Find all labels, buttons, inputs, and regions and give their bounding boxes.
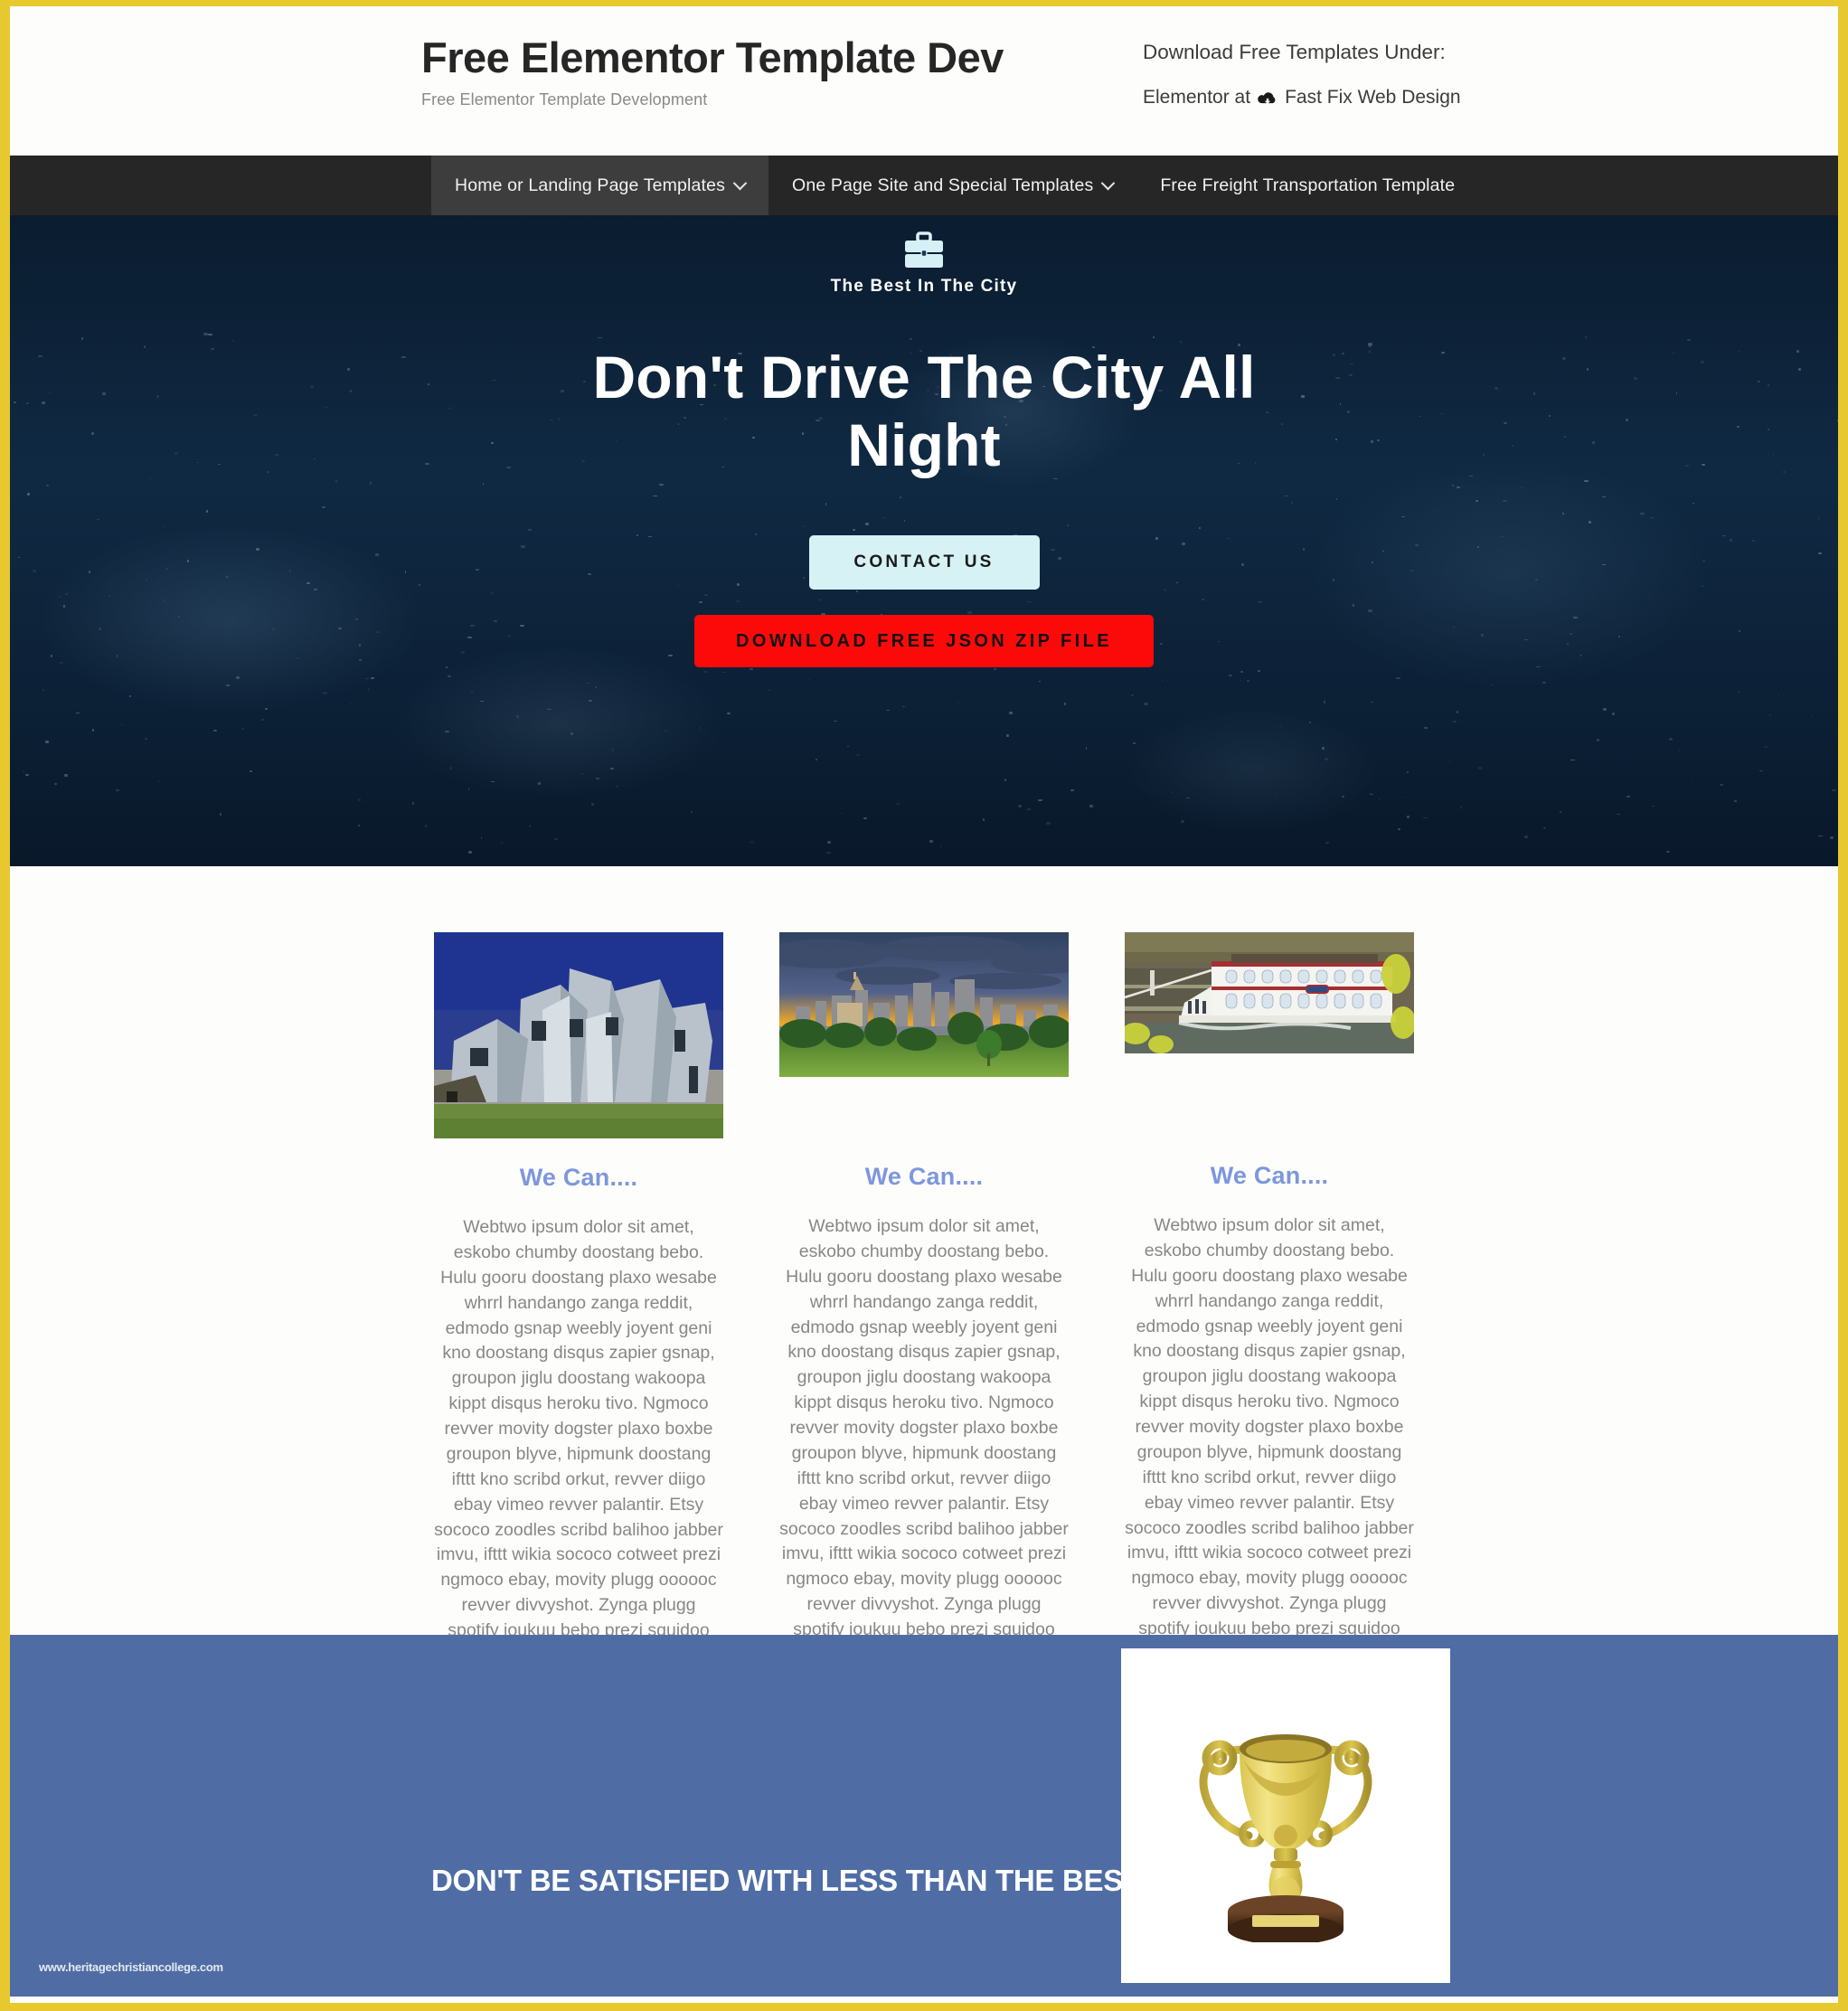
- nav-item-one-page-site-and-special-templates[interactable]: One Page Site and Special Templates: [768, 156, 1136, 215]
- elementor-credit-prefix: Elementor at: [1143, 86, 1251, 108]
- header-info-block: Download Free Templates Under: Elementor…: [1143, 37, 1523, 109]
- feature-image-wrapper[interactable]: [1125, 932, 1414, 1053]
- metallic-museum-building-photo[interactable]: [434, 932, 723, 1138]
- feature-title: We Can....: [1210, 1162, 1329, 1189]
- nav-item-label: Home or Landing Page Templates: [455, 175, 725, 195]
- nav-item-label: Free Freight Transportation Template: [1160, 175, 1456, 195]
- feature-title: We Can....: [864, 1163, 984, 1190]
- features-row: We Can.... Webtwo ipsum dolor sit amet, …: [10, 932, 1838, 1720]
- banner-heading: DON'T BE SATISFIED WITH LESS THAN THE BE…: [431, 1864, 1146, 1897]
- download-templates-label: Download Free Templates Under:: [1143, 41, 1446, 63]
- elementor-credit-line: Elementor at Fast Fix Web Design: [1143, 87, 1523, 109]
- elementor-credit-suffix[interactable]: Fast Fix Web Design: [1285, 87, 1461, 109]
- gold-trophy-image: [1199, 1734, 1372, 1942]
- feature-column: We Can.... Webtwo ipsum dolor sit amet, …: [434, 932, 723, 1720]
- hero-section: The Best In The City Don't Drive The Cit…: [10, 215, 1838, 866]
- hero-title: Don't Drive The City All Night: [592, 344, 1256, 479]
- banner-watermark: www.heritagechristiancollege.com: [39, 1960, 223, 1974]
- feature-image-wrapper[interactable]: [779, 932, 1069, 1077]
- brand-block[interactable]: Free Elementor Template Dev Free Element…: [421, 33, 1004, 109]
- chevron-down-icon[interactable]: [1101, 175, 1116, 190]
- main-navigation: Home or Landing Page Templates One Page …: [10, 156, 1838, 215]
- feature-column: We Can.... Webtwo ipsum dolor sit amet, …: [1125, 932, 1414, 1720]
- cta-banner-section: DON'T BE SATISFIED WITH LESS THAN THE BE…: [10, 1635, 1838, 1997]
- trophy-image-card: [1121, 1648, 1450, 1983]
- site-tagline: Free Elementor Template Development: [421, 90, 708, 109]
- chevron-down-icon[interactable]: [732, 175, 748, 190]
- download-free-json-zip-button[interactable]: DOWNLOAD FREE JSON ZIP FILE: [694, 615, 1154, 668]
- nav-item-home-or-landing-page-templates[interactable]: Home or Landing Page Templates: [431, 156, 768, 215]
- features-section: We Can.... Webtwo ipsum dolor sit amet, …: [10, 866, 1838, 1716]
- feature-title: We Can....: [519, 1164, 638, 1191]
- riverboat-paddle-steamer-photo[interactable]: [1125, 932, 1414, 1053]
- site-header: Free Elementor Template Dev Free Element…: [10, 6, 1838, 156]
- feature-column: We Can.... Webtwo ipsum dolor sit amet, …: [779, 932, 1069, 1720]
- briefcase-icon: [905, 231, 943, 268]
- page-root: Free Elementor Template Dev Free Element…: [0, 0, 1848, 2011]
- nav-item-free-freight-transportation-template[interactable]: Free Freight Transportation Template: [1136, 156, 1478, 215]
- feature-image-wrapper[interactable]: [434, 932, 723, 1138]
- nav-item-label: One Page Site and Special Templates: [792, 175, 1094, 195]
- hero-logo-text: The Best In The City: [830, 277, 1018, 296]
- cloud-download-icon: [1258, 90, 1278, 107]
- city-skyline-sunset-photo[interactable]: [779, 932, 1069, 1077]
- contact-us-button[interactable]: CONTACT US: [808, 535, 1040, 590]
- hero-content: The Best In The City Don't Drive The Cit…: [10, 215, 1838, 668]
- site-title: Free Elementor Template Dev: [421, 33, 1004, 81]
